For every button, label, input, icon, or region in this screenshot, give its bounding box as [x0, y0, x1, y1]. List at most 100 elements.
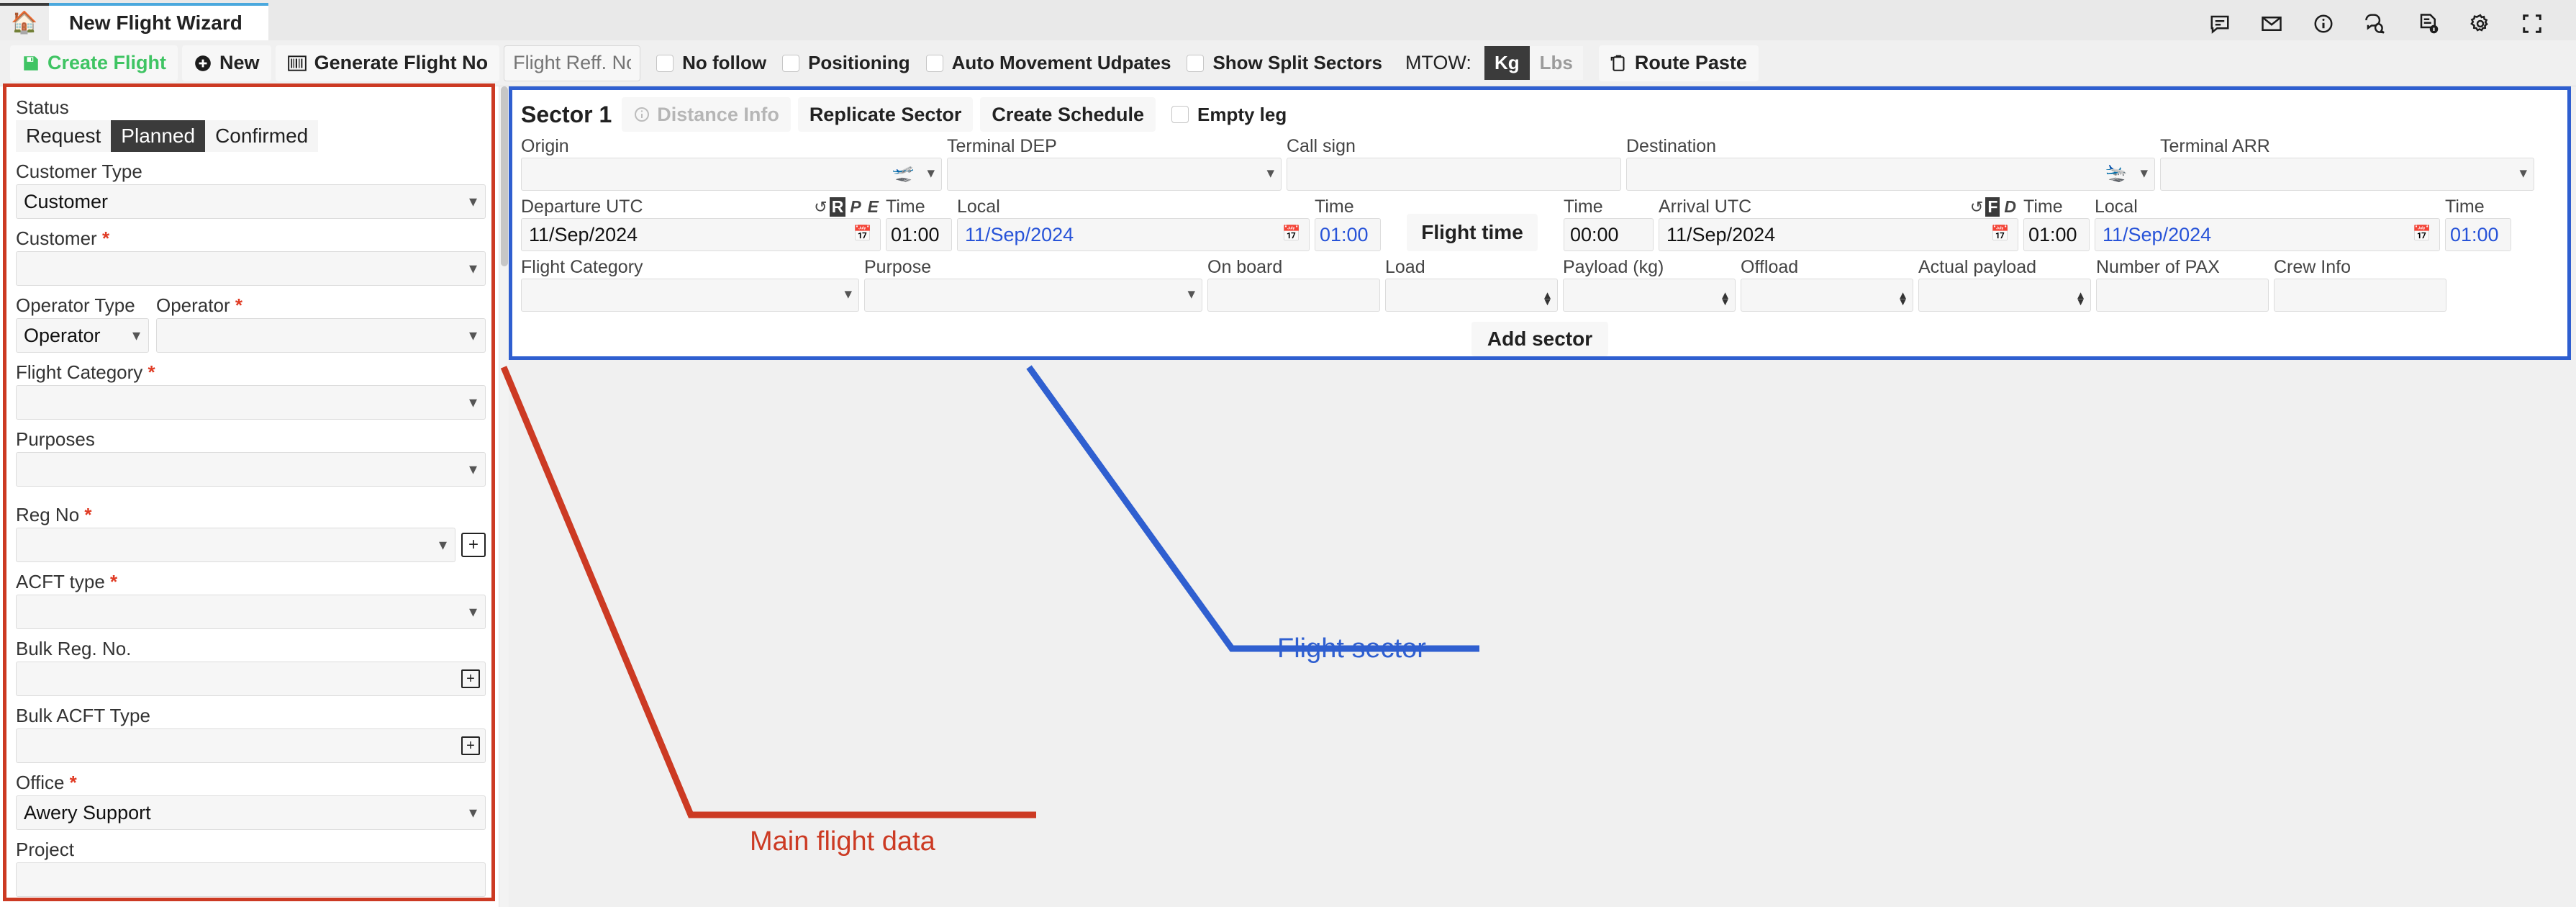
left-panel-scrollbar[interactable]: [499, 86, 509, 907]
arrival-utc-time-input[interactable]: [2023, 218, 2090, 251]
add-bulk-reg-no-button[interactable]: +: [461, 669, 480, 688]
purposes-select[interactable]: [16, 452, 486, 487]
stepper-icon[interactable]: ▲▼: [1897, 292, 1908, 305]
office-select-wrap[interactable]: ▾: [16, 795, 486, 830]
home-tab[interactable]: 🏠: [0, 3, 49, 40]
mtow-unit-kg[interactable]: Kg: [1484, 46, 1530, 80]
arrival-local-time-input[interactable]: [2445, 218, 2511, 251]
generate-flight-no-button[interactable]: Generate Flight No: [276, 45, 500, 81]
terminal-dep-input[interactable]: [947, 158, 1282, 191]
status-option-request[interactable]: Request: [16, 120, 111, 152]
scrollbar-thumb[interactable]: [501, 86, 508, 266]
add-sector-button[interactable]: Add sector: [1471, 322, 1608, 356]
offload-input[interactable]: [1741, 279, 1913, 312]
field-customer-type: Customer Type ▾: [16, 161, 486, 219]
arrival-utc-input[interactable]: [1659, 218, 2018, 251]
departure-local-input[interactable]: [957, 218, 1310, 251]
flight-category-select[interactable]: [16, 385, 486, 420]
departure-toggle-e[interactable]: E: [866, 197, 881, 217]
departure-local-time-input[interactable]: [1315, 218, 1381, 251]
arrival-toggle-d[interactable]: D: [2002, 197, 2018, 217]
office-select[interactable]: [16, 795, 486, 830]
customer-type-select-wrap[interactable]: ▾: [16, 184, 486, 219]
checkbox-box-positioning[interactable]: [782, 55, 799, 72]
on-board-input[interactable]: [1207, 279, 1380, 312]
comment-icon[interactable]: [2209, 13, 2231, 35]
status-option-planned[interactable]: Planned: [111, 120, 205, 152]
project-input[interactable]: [16, 862, 486, 897]
checkbox-box-show-split-sectors[interactable]: [1187, 55, 1204, 72]
checkbox-auto-movement-updates[interactable]: Auto Movement Udpates: [926, 52, 1171, 74]
arrival-local-input[interactable]: [2095, 218, 2440, 251]
origin-input[interactable]: [521, 158, 942, 191]
customer-select[interactable]: [16, 251, 486, 286]
status-option-confirmed[interactable]: Confirmed: [205, 120, 318, 152]
history-icon[interactable]: ↺: [1970, 198, 1983, 217]
number-of-pax-input[interactable]: [2096, 279, 2269, 312]
departure-toggle-r[interactable]: R: [830, 197, 846, 217]
checkbox-show-split-sectors[interactable]: Show Split Sectors: [1187, 52, 1382, 74]
distance-info-button[interactable]: Distance Info: [622, 97, 791, 132]
checkbox-positioning[interactable]: Positioning: [782, 52, 910, 74]
checkbox-box-auto-movement-updates[interactable]: [926, 55, 943, 72]
crew-info-input[interactable]: [2274, 279, 2446, 312]
create-flight-button[interactable]: Create Flight: [10, 45, 178, 81]
bulk-reg-no-input[interactable]: [16, 662, 486, 696]
acft-type-select[interactable]: [16, 595, 486, 629]
operator-select[interactable]: [156, 318, 486, 353]
load-input[interactable]: [1385, 279, 1558, 312]
acft-type-select-wrap[interactable]: ▾: [16, 595, 486, 629]
actual-payload-input[interactable]: [1918, 279, 2091, 312]
mail-icon[interactable]: [2261, 13, 2282, 35]
gear-icon[interactable]: [2470, 13, 2491, 35]
stepper-icon[interactable]: ▲▼: [2075, 292, 2086, 305]
flight-time-button[interactable]: Flight time: [1407, 214, 1538, 251]
tab-new-flight-wizard[interactable]: New Flight Wizard: [49, 3, 268, 40]
call-sign-input[interactable]: [1287, 158, 1621, 191]
fullscreen-icon[interactable]: [2521, 13, 2543, 35]
checkbox-empty-leg[interactable]: Empty leg: [1171, 104, 1287, 126]
reg-no-select-wrap[interactable]: ▾: [16, 528, 455, 562]
terminal-arr-input[interactable]: [2160, 158, 2534, 191]
bulk-acft-type-wrap[interactable]: +: [16, 728, 486, 763]
arrival-toggle-f[interactable]: F: [1985, 197, 2000, 217]
flight-time-input[interactable]: [1564, 218, 1654, 251]
flight-category-select-wrap[interactable]: ▾: [16, 385, 486, 420]
mtow-unit-lbs[interactable]: Lbs: [1530, 46, 1583, 80]
add-reg-no-button[interactable]: +: [461, 533, 486, 557]
new-button[interactable]: New: [182, 45, 271, 81]
info-icon[interactable]: [2313, 13, 2334, 35]
sector-flight-category-select[interactable]: [521, 279, 859, 312]
status-toggle-group[interactable]: Request Planned Confirmed: [16, 120, 318, 152]
operator-type-select[interactable]: [16, 318, 149, 353]
departure-utc-input[interactable]: [521, 218, 881, 251]
checkbox-box-empty-leg[interactable]: [1171, 106, 1189, 123]
customer-type-select[interactable]: [16, 184, 486, 219]
operator-select-wrap[interactable]: ▾: [156, 318, 486, 353]
departure-toggle-p[interactable]: P: [848, 197, 863, 217]
destination-input[interactable]: [1626, 158, 2155, 191]
history-icon[interactable]: ↺: [814, 198, 827, 217]
help-chat-icon[interactable]: [2364, 13, 2387, 35]
replicate-sector-button[interactable]: Replicate Sector: [798, 97, 974, 132]
create-schedule-button[interactable]: Create Schedule: [980, 97, 1156, 132]
reg-no-select[interactable]: [16, 528, 455, 562]
stepper-icon[interactable]: ▲▼: [1542, 292, 1553, 305]
operator-type-select-wrap[interactable]: ▾: [16, 318, 149, 353]
replicate-sector-label: Replicate Sector: [809, 104, 962, 126]
bulk-acft-type-input[interactable]: [16, 728, 486, 763]
checkbox-box-no-follow[interactable]: [656, 55, 674, 72]
checkbox-no-follow[interactable]: No follow: [656, 52, 766, 74]
document-info-icon[interactable]: [2418, 13, 2439, 35]
mtow-unit-toggle[interactable]: Kg Lbs: [1484, 46, 1583, 80]
payload-kg-input[interactable]: [1563, 279, 1736, 312]
route-paste-button[interactable]: Route Paste: [1599, 45, 1759, 81]
customer-select-wrap[interactable]: ▾: [16, 251, 486, 286]
purpose-select[interactable]: [864, 279, 1202, 312]
bulk-reg-no-wrap[interactable]: +: [16, 662, 486, 696]
departure-utc-time-input[interactable]: [886, 218, 952, 251]
flight-reff-no-input[interactable]: [504, 45, 640, 81]
stepper-icon[interactable]: ▲▼: [1720, 292, 1731, 305]
purposes-select-wrap[interactable]: ▾: [16, 452, 486, 487]
add-bulk-acft-type-button[interactable]: +: [461, 736, 480, 755]
